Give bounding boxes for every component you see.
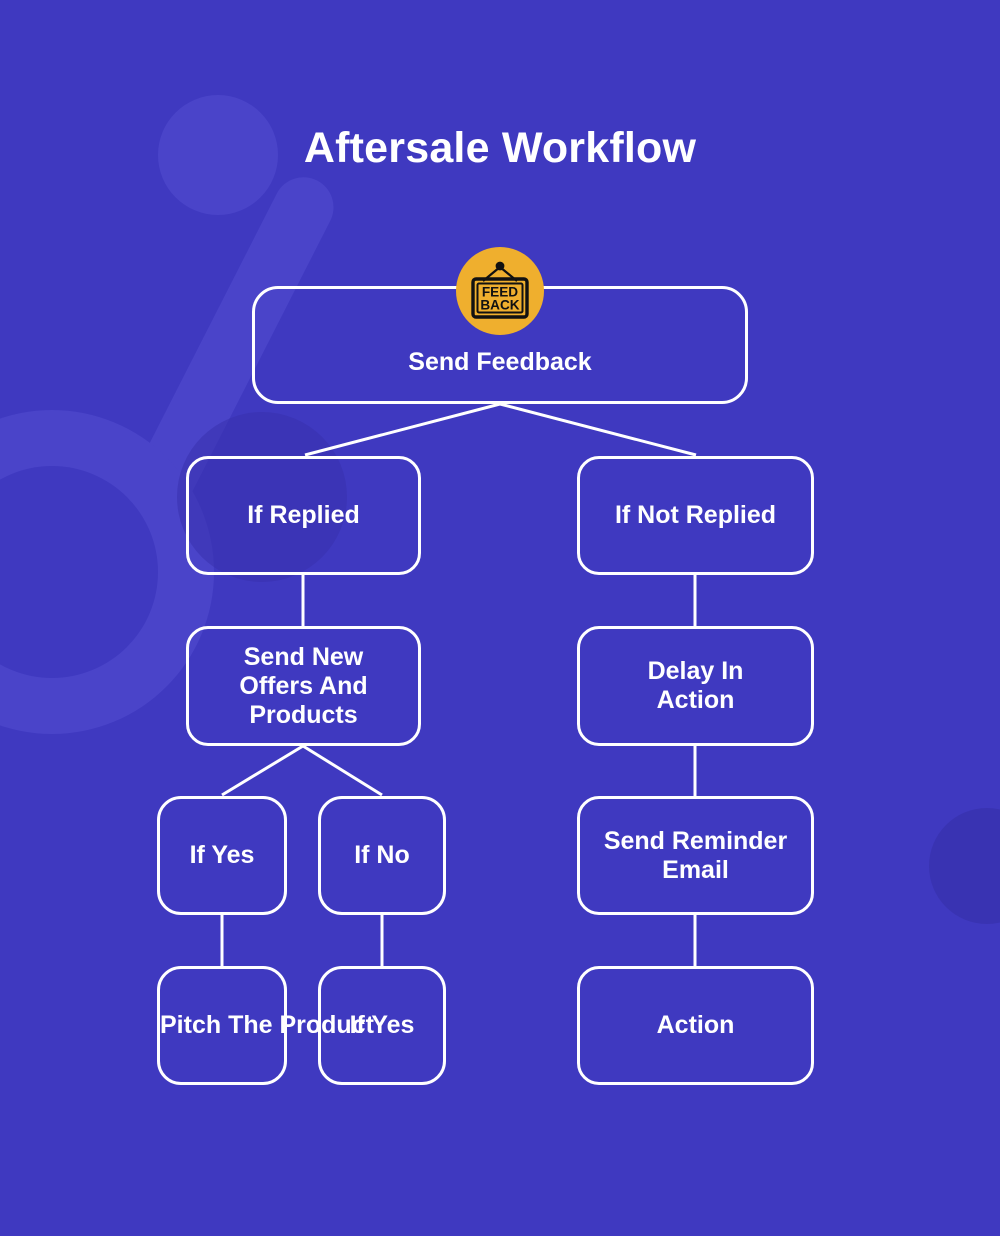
workflow-diagram: Aftersale Workflow Send Feedback If Repl… xyxy=(0,0,1000,1236)
node-label: Send New Offers And Products xyxy=(239,642,368,729)
node-delay-in-action[interactable]: Delay In Action xyxy=(577,626,814,746)
node-if-replied[interactable]: If Replied xyxy=(186,456,421,575)
node-label: If Replied xyxy=(247,501,360,529)
feedback-badge: FEED BACK xyxy=(456,247,544,335)
feedback-sign-icon: FEED BACK xyxy=(471,261,529,319)
node-label: If Not Replied xyxy=(614,501,777,529)
connector-lines xyxy=(220,402,697,967)
badge-line2: BACK xyxy=(480,298,519,313)
edge-offers-to-if-no xyxy=(302,744,383,797)
node-label: Pitch The Product xyxy=(160,1011,374,1039)
node-if-yes-offers[interactable]: If Yes xyxy=(157,796,287,915)
node-if-not-replied[interactable]: If Not Replied xyxy=(577,456,814,575)
node-action[interactable]: Action xyxy=(577,966,814,1085)
node-label: Send Reminder Email xyxy=(603,826,788,884)
node-pitch-the-product[interactable]: Pitch The Product xyxy=(157,966,374,1085)
background-decoration xyxy=(0,95,1000,924)
page-title: Aftersale Workflow xyxy=(303,124,697,172)
node-label: If No xyxy=(354,841,410,869)
node-if-yes-pitch[interactable]: If Yes xyxy=(318,966,446,1085)
edge-root-to-replied xyxy=(304,402,501,457)
decor-blob-right xyxy=(929,808,1000,924)
node-label: Delay In Action xyxy=(647,657,744,714)
node-label: Action xyxy=(656,1011,735,1039)
node-if-no[interactable]: If No xyxy=(318,796,446,915)
node-label: If Yes xyxy=(349,1011,415,1039)
decor-ring-shape xyxy=(0,410,214,734)
node-send-reminder-email[interactable]: Send Reminder Email xyxy=(577,796,814,915)
edge-offers-to-if-yes xyxy=(221,744,304,797)
node-label: If Yes xyxy=(189,841,255,869)
node-send-new-offers-and-products[interactable]: Send New Offers And Products xyxy=(186,626,421,746)
edge-root-to-not-replied xyxy=(499,402,697,457)
